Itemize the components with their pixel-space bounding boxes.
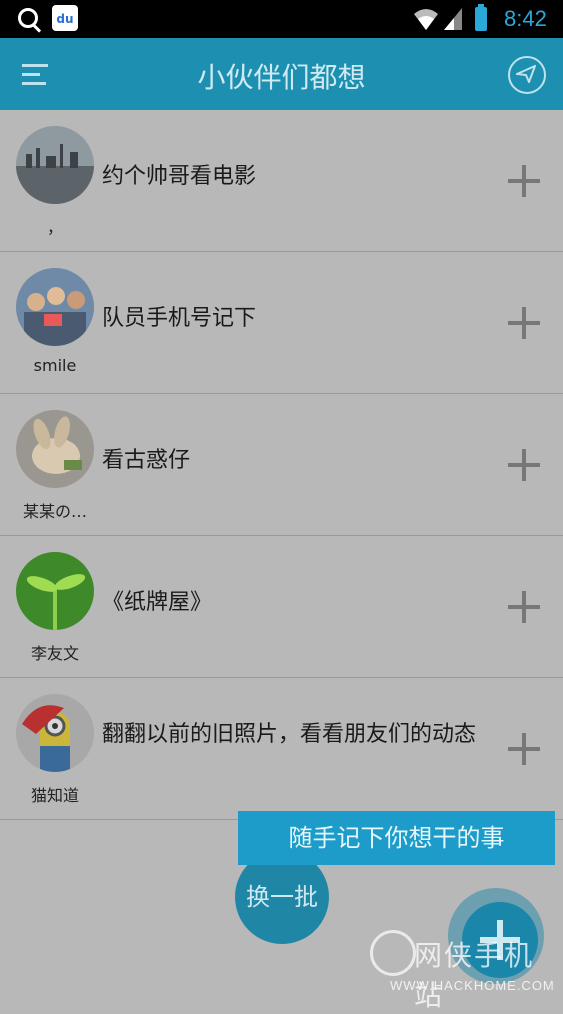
avatar[interactable] <box>16 694 94 772</box>
avatar[interactable] <box>16 268 94 346</box>
plus-icon[interactable] <box>508 591 540 623</box>
avatar[interactable] <box>16 552 94 630</box>
page-title: 小伙伴们都想 <box>197 61 366 94</box>
username: 某某の… <box>22 502 87 521</box>
plus-icon[interactable] <box>508 733 540 765</box>
app-bar: 小伙伴们都想 <box>0 38 563 110</box>
username: 猫知道 <box>30 786 79 805</box>
watermark: 网侠手机站 WWW.HACKHOME.COM <box>370 930 560 1012</box>
list-item[interactable]: 猫知道 翻翻以前的旧照片，看看朋友们的动态 <box>0 678 563 820</box>
send-icon[interactable] <box>508 56 546 94</box>
baidu-icon: du <box>52 5 78 31</box>
wish-list: ， 约个帅哥看电影 smile 队员手机号记下 某某の… 看古惑仔 李友文 《纸… <box>0 110 563 820</box>
avatar[interactable] <box>16 126 94 204</box>
wish-text[interactable]: 看古惑仔 <box>102 446 482 476</box>
username: ， <box>46 218 63 237</box>
wish-text[interactable]: 《纸牌屋》 <box>102 588 482 618</box>
list-item[interactable]: 李友文 《纸牌屋》 <box>0 536 563 678</box>
avatar[interactable] <box>16 410 94 488</box>
list-item[interactable]: 某某の… 看古惑仔 <box>0 394 563 536</box>
wifi-icon <box>414 9 438 30</box>
watermark-text: 网侠手机站 <box>414 939 535 1012</box>
plus-icon[interactable] <box>508 449 540 481</box>
wish-text[interactable]: 约个帅哥看电影 <box>102 162 482 192</box>
username: smile <box>33 356 77 375</box>
tip-banner[interactable]: 随手记下你想干的事 <box>238 811 555 865</box>
signal-icon <box>444 8 462 30</box>
username: 李友文 <box>30 644 79 663</box>
plus-icon[interactable] <box>508 307 540 339</box>
wish-text[interactable]: 翻翻以前的旧照片，看看朋友们的动态 <box>102 720 482 750</box>
status-time: 8:42 <box>504 6 547 31</box>
battery-icon <box>475 4 487 31</box>
plus-icon[interactable] <box>508 165 540 197</box>
list-item[interactable]: smile 队员手机号记下 <box>0 252 563 394</box>
status-bar: du 8:42 <box>0 0 563 38</box>
list-item[interactable]: ， 约个帅哥看电影 <box>0 110 563 252</box>
watermark-logo-icon <box>370 930 416 976</box>
watermark-url: WWW.HACKHOME.COM <box>390 978 555 993</box>
search-icon <box>18 8 38 28</box>
wish-text[interactable]: 队员手机号记下 <box>102 304 482 334</box>
